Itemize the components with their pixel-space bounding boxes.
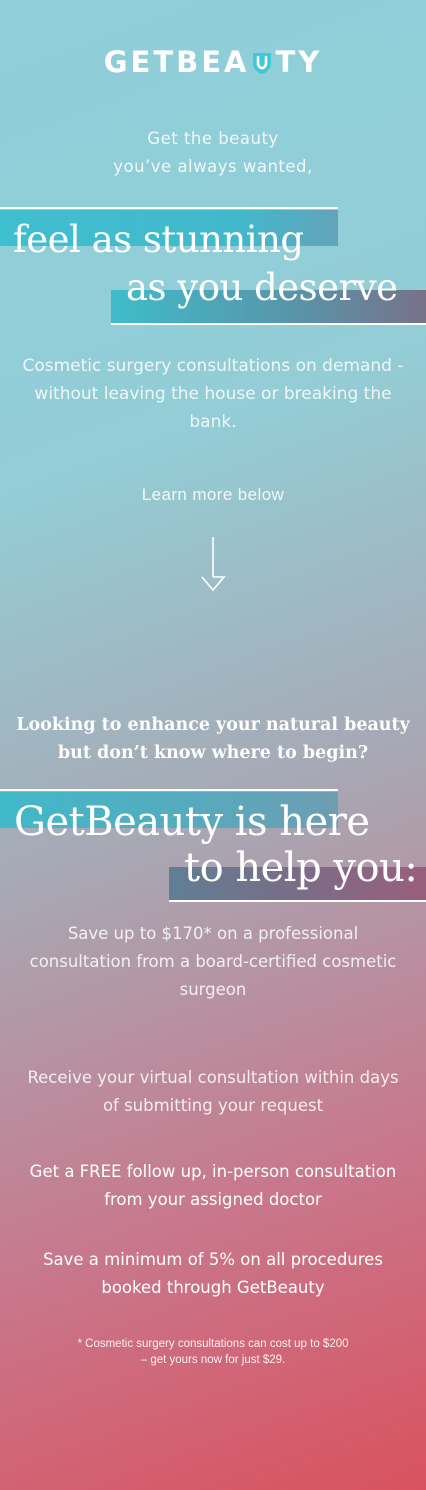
footnote-line-2: – get yours now for just $29. [140, 1354, 286, 1366]
footnote: * Cosmetic surgery consultations can cos… [0, 1336, 426, 1368]
intro-line-2: you’ve always wanted, [113, 157, 313, 176]
section-band-bottom-border [169, 900, 426, 902]
down-arrow-icon[interactable] [196, 535, 230, 595]
learn-more-link[interactable]: Learn more below [0, 485, 426, 505]
section-question: Looking to enhance your natural beauty b… [0, 711, 426, 767]
benefit-item: Save a minimum of 5% on all procedures b… [43, 1250, 383, 1297]
headline-band-top-border [0, 207, 338, 209]
hero-intro: Get the beauty you’ve always wanted, [0, 125, 426, 181]
benefit-item: Get a FREE follow up, in-person consulta… [29, 1162, 397, 1209]
benefit-item: Receive your virtual consultation within… [27, 1068, 399, 1115]
footnote-line-1: * Cosmetic surgery consultations can cos… [77, 1338, 349, 1350]
brand-logo: GETBEA TY [0, 45, 426, 79]
question-line-1: Looking to enhance your natural beauty [16, 715, 410, 735]
section-headline-line-1: GetBeauty is here [14, 799, 370, 845]
shield-u-icon [253, 53, 272, 74]
hero-headline-line-1: feel as stunning [13, 218, 304, 261]
headline-band-bottom-border [111, 323, 426, 325]
logo-text-prefix: GETBEA [103, 45, 250, 79]
hero-description: Cosmetic surgery consultations on demand… [22, 356, 404, 432]
benefit-item: Save up to $170* on a professional consu… [29, 924, 397, 999]
section-band-top-border [0, 789, 338, 791]
question-line-2: but don’t know where to begin? [57, 743, 369, 763]
hero-headline-line-2: as you deserve [126, 266, 398, 309]
logo-text-suffix: TY [275, 45, 323, 79]
section-headline-line-2: to help you: [184, 845, 418, 891]
intro-line-1: Get the beauty [147, 129, 279, 148]
